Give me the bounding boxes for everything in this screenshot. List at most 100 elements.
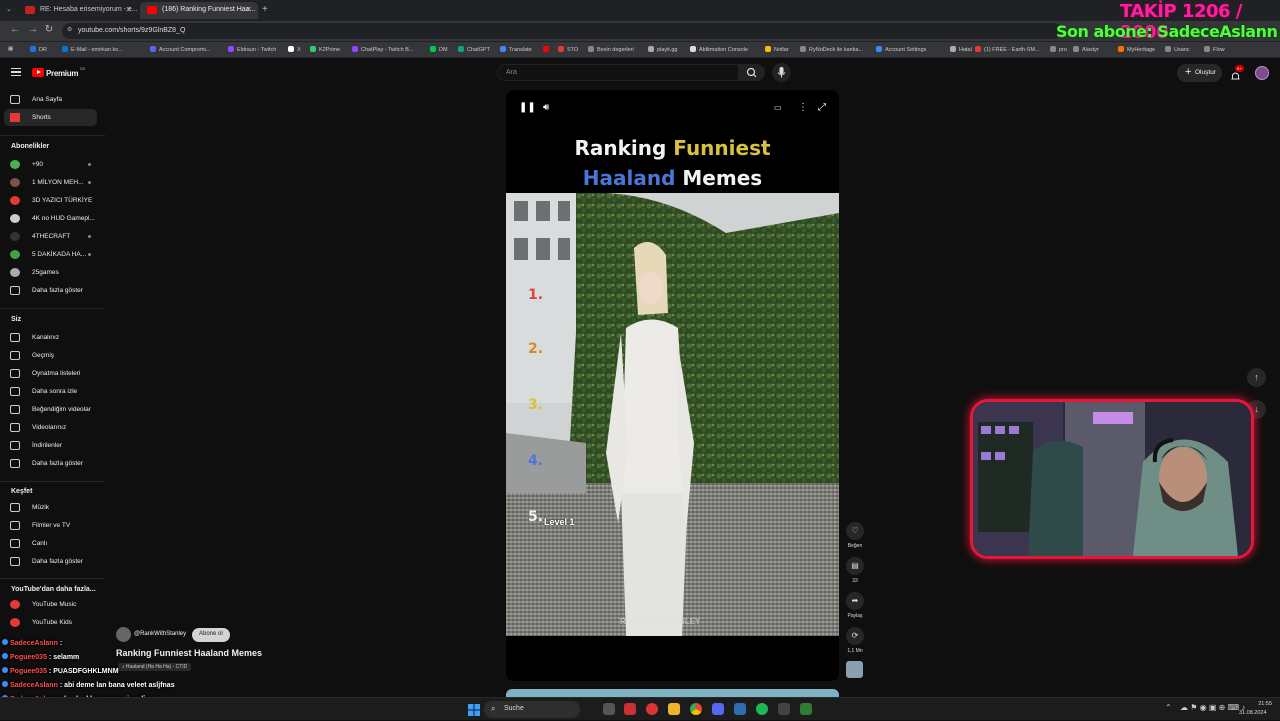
explore-header[interactable]: Keşfet bbox=[11, 488, 32, 495]
like-button[interactable]: ♡ Beğen bbox=[845, 522, 865, 549]
bookmark-item[interactable]: MyHeritage bbox=[1118, 46, 1155, 53]
bookmark-item[interactable]: Account Settings bbox=[876, 46, 926, 53]
clock-date[interactable]: 31.08.2024 bbox=[1239, 710, 1267, 716]
spotify-icon[interactable] bbox=[756, 703, 768, 715]
sidebar-item[interactable]: İndirilenler bbox=[4, 437, 97, 454]
voice-search-button[interactable] bbox=[772, 63, 791, 82]
forward-icon[interactable]: → bbox=[26, 24, 40, 35]
clock-time[interactable]: 21:55 bbox=[1250, 701, 1272, 707]
create-button[interactable]: Oluştur bbox=[1177, 64, 1222, 82]
sidebar-item[interactable]: Shorts bbox=[4, 109, 97, 126]
comment-button[interactable]: ▤ 33 bbox=[845, 557, 865, 584]
tab-list-icon[interactable]: ⌄ bbox=[6, 5, 12, 13]
app-icon[interactable] bbox=[646, 703, 658, 715]
sidebar-item[interactable]: Geçmiş bbox=[4, 347, 97, 364]
bookmark-item[interactable]: Usanc bbox=[1165, 46, 1190, 53]
sidebar-item[interactable]: Videolarınız bbox=[4, 419, 97, 436]
tab-youtube[interactable]: (186) Ranking Funniest Haa... ✕ bbox=[140, 2, 258, 19]
apps-grid-icon[interactable]: ▦ bbox=[8, 46, 13, 52]
you-header[interactable]: Siz bbox=[11, 316, 21, 323]
discord-icon[interactable] bbox=[712, 703, 724, 715]
address-bar[interactable]: ⚙ youtube.com/shorts/9z9GlnBZ8_Q bbox=[62, 23, 1062, 39]
steam-icon[interactable] bbox=[734, 703, 746, 715]
bookmark-item[interactable]: Translate bbox=[500, 46, 532, 53]
sidebar-item[interactable]: Filmler ve TV bbox=[4, 517, 97, 534]
notifications-button[interactable]: 9+ bbox=[1231, 65, 1244, 80]
sidebar-item[interactable]: +90 bbox=[4, 156, 97, 173]
sound-thumbnail[interactable] bbox=[846, 661, 863, 678]
bookmark-item[interactable]: ChatPlay - Twitch B... bbox=[352, 46, 413, 53]
bookmark-item[interactable] bbox=[543, 46, 552, 53]
captions-icon[interactable]: ▭ bbox=[774, 103, 782, 112]
search-button[interactable] bbox=[739, 64, 765, 81]
sidebar-item[interactable]: Canlı bbox=[4, 535, 97, 552]
share-button[interactable]: ➦ Paylaş bbox=[845, 592, 865, 619]
sidebar-item[interactable]: Müzik bbox=[4, 499, 97, 516]
bookmark-item[interactable]: Eldraun - Twitch bbox=[228, 46, 276, 53]
search-input[interactable]: Ara bbox=[497, 64, 739, 81]
close-tab-icon[interactable]: ✕ bbox=[125, 5, 132, 14]
previous-short-button[interactable]: ↑ bbox=[1247, 368, 1266, 387]
taskbar-search[interactable]: ⌕ Suche bbox=[484, 701, 580, 718]
more-from-youtube-header[interactable]: YouTube'dan daha fazla... bbox=[11, 586, 96, 593]
sidebar-item[interactable]: Kanalınız bbox=[4, 329, 97, 346]
back-icon[interactable]: ← bbox=[8, 24, 22, 35]
sidebar-item[interactable]: 25games bbox=[4, 264, 97, 281]
sidebar-item[interactable]: 5 DAKİKADA HA... bbox=[4, 246, 97, 263]
sidebar-item[interactable]: Daha sonra izle bbox=[4, 383, 97, 400]
next-short-preview[interactable] bbox=[506, 689, 839, 697]
bookmark-item[interactable]: Account Compromi... bbox=[150, 46, 210, 53]
bookmark-item[interactable]: E-Mail - emirkan ko... bbox=[62, 46, 123, 53]
app-icon[interactable] bbox=[624, 703, 636, 715]
new-tab-button[interactable]: + bbox=[262, 4, 268, 15]
fullscreen-icon[interactable]: ⤢ bbox=[818, 102, 826, 113]
youtube-premium-logo[interactable]: Premium bbox=[46, 69, 78, 78]
bookmark-item[interactable]: (1) FREE - Earth-SM... bbox=[975, 46, 1040, 53]
avatar[interactable] bbox=[1255, 66, 1269, 80]
bookmark-item[interactable]: DM bbox=[430, 46, 448, 53]
app-icon[interactable] bbox=[778, 703, 790, 715]
sidebar-item[interactable]: 1 MİLYON MEH... bbox=[4, 174, 97, 191]
subscriptions-header[interactable]: Abonelikler bbox=[11, 143, 49, 150]
bookmark-item[interactable]: pro bbox=[1050, 46, 1067, 53]
bookmark-item[interactable]: X bbox=[288, 46, 301, 53]
task-view-icon[interactable] bbox=[603, 703, 615, 715]
app-icon[interactable] bbox=[800, 703, 812, 715]
bookmark-item[interactable]: Flow bbox=[1204, 46, 1225, 53]
youtube-logo-icon[interactable] bbox=[32, 68, 44, 77]
close-tab-icon[interactable]: ✕ bbox=[245, 5, 252, 14]
tray-chevron-icon[interactable]: ⌃ bbox=[1165, 703, 1172, 712]
bookmark-item[interactable]: Notlar bbox=[765, 46, 789, 53]
pause-icon[interactable]: ❚❚ bbox=[519, 102, 536, 113]
bookmark-item[interactable]: Alastyr bbox=[1073, 46, 1099, 53]
more-options-icon[interactable]: ⋮ bbox=[798, 102, 808, 113]
windows-start-icon[interactable] bbox=[468, 703, 480, 716]
sidebar-item[interactable]: Oynatma listeleri bbox=[4, 365, 97, 382]
sidebar-item[interactable]: 4K no HUD Gamepl... bbox=[4, 210, 97, 227]
bookmark-item[interactable]: STO bbox=[558, 46, 578, 53]
tab-email[interactable]: RE: Hesaba erisemiyorum - e... ✕ bbox=[18, 2, 138, 19]
channel-name[interactable]: @RankWithStanley bbox=[134, 631, 186, 637]
volume-icon[interactable]: 🔊︎ bbox=[543, 102, 549, 113]
sidebar-item[interactable]: Daha fazla göster bbox=[4, 455, 97, 472]
short-video-player[interactable]: ❚❚ 🔊︎ ▭ ⋮ ⤢ Ranking Funniest Haaland Mem… bbox=[506, 90, 839, 681]
bookmark-item[interactable]: Hatal bbox=[950, 46, 972, 53]
bookmark-item[interactable]: Besin degerleri bbox=[588, 46, 634, 53]
tray-icons[interactable]: ☁ ⚑ ◉ ▣ ⊕ ⌨ ♪ bbox=[1180, 703, 1245, 712]
sidebar-item[interactable]: 4THECRAFT bbox=[4, 228, 97, 245]
menu-icon[interactable] bbox=[11, 68, 21, 76]
sidebar-item[interactable]: 3D YAZICI TÜRKİYE bbox=[4, 192, 97, 209]
sidebar-item[interactable]: Daha fazla göster bbox=[4, 553, 97, 570]
bookmark-item[interactable]: playit.gg bbox=[648, 46, 678, 53]
bookmark-item[interactable]: K2Prime bbox=[310, 46, 340, 53]
sidebar-item[interactable]: Beğendiğim videolar bbox=[4, 401, 97, 418]
sidebar-item[interactable]: Ana Sayfa bbox=[4, 91, 97, 108]
file-explorer-icon[interactable] bbox=[668, 703, 680, 715]
reload-icon[interactable]: ↻ bbox=[42, 24, 56, 35]
bookmark-item[interactable]: RyNoDeck ile kanka... bbox=[800, 46, 863, 53]
subscribe-button[interactable]: Abone ol bbox=[192, 628, 230, 642]
music-label[interactable]: ♪ Haaland (Ha Ha Ha) - CTID bbox=[118, 663, 192, 671]
bookmark-item[interactable]: Ablitmation Console bbox=[690, 46, 748, 53]
sidebar-item[interactable]: Daha fazla göster bbox=[4, 282, 97, 299]
bookmark-item[interactable]: ChatGPT bbox=[458, 46, 490, 53]
